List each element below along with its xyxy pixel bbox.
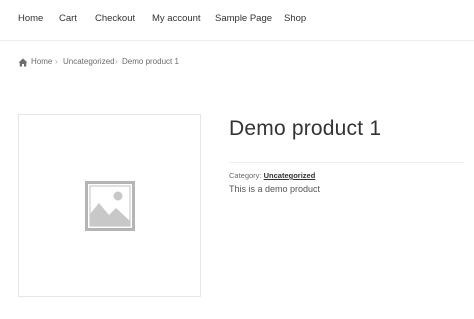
breadcrumb-separator: › xyxy=(115,57,118,66)
nav-item-home[interactable]: Home xyxy=(18,13,43,24)
product-image[interactable] xyxy=(18,114,201,297)
product-title: Demo product 1 xyxy=(229,117,382,140)
nav-item-my-account[interactable]: My account xyxy=(152,13,201,24)
header-divider xyxy=(0,40,474,41)
nav-item-checkout[interactable]: Checkout xyxy=(95,13,135,24)
product-description: This is a demo product xyxy=(229,184,321,194)
product-meta: Category: Uncategorized xyxy=(229,171,315,180)
image-placeholder-icon xyxy=(85,181,135,231)
breadcrumb-separator: › xyxy=(55,57,58,66)
breadcrumb-current: Demo product 1 xyxy=(122,57,179,66)
title-divider xyxy=(229,162,464,163)
breadcrumb-category-link[interactable]: Uncategorized xyxy=(63,56,115,68)
primary-navigation: Home Cart Checkout My account Sample Pag… xyxy=(0,0,474,40)
nav-item-cart[interactable]: Cart xyxy=(59,13,77,24)
category-link[interactable]: Uncategorized xyxy=(264,171,316,180)
breadcrumb-home-link[interactable]: Home xyxy=(31,56,52,68)
nav-item-shop[interactable]: Shop xyxy=(284,13,306,24)
nav-item-sample-page[interactable]: Sample Page xyxy=(215,13,272,24)
home-icon xyxy=(18,58,28,67)
category-label: Category: xyxy=(229,171,262,180)
